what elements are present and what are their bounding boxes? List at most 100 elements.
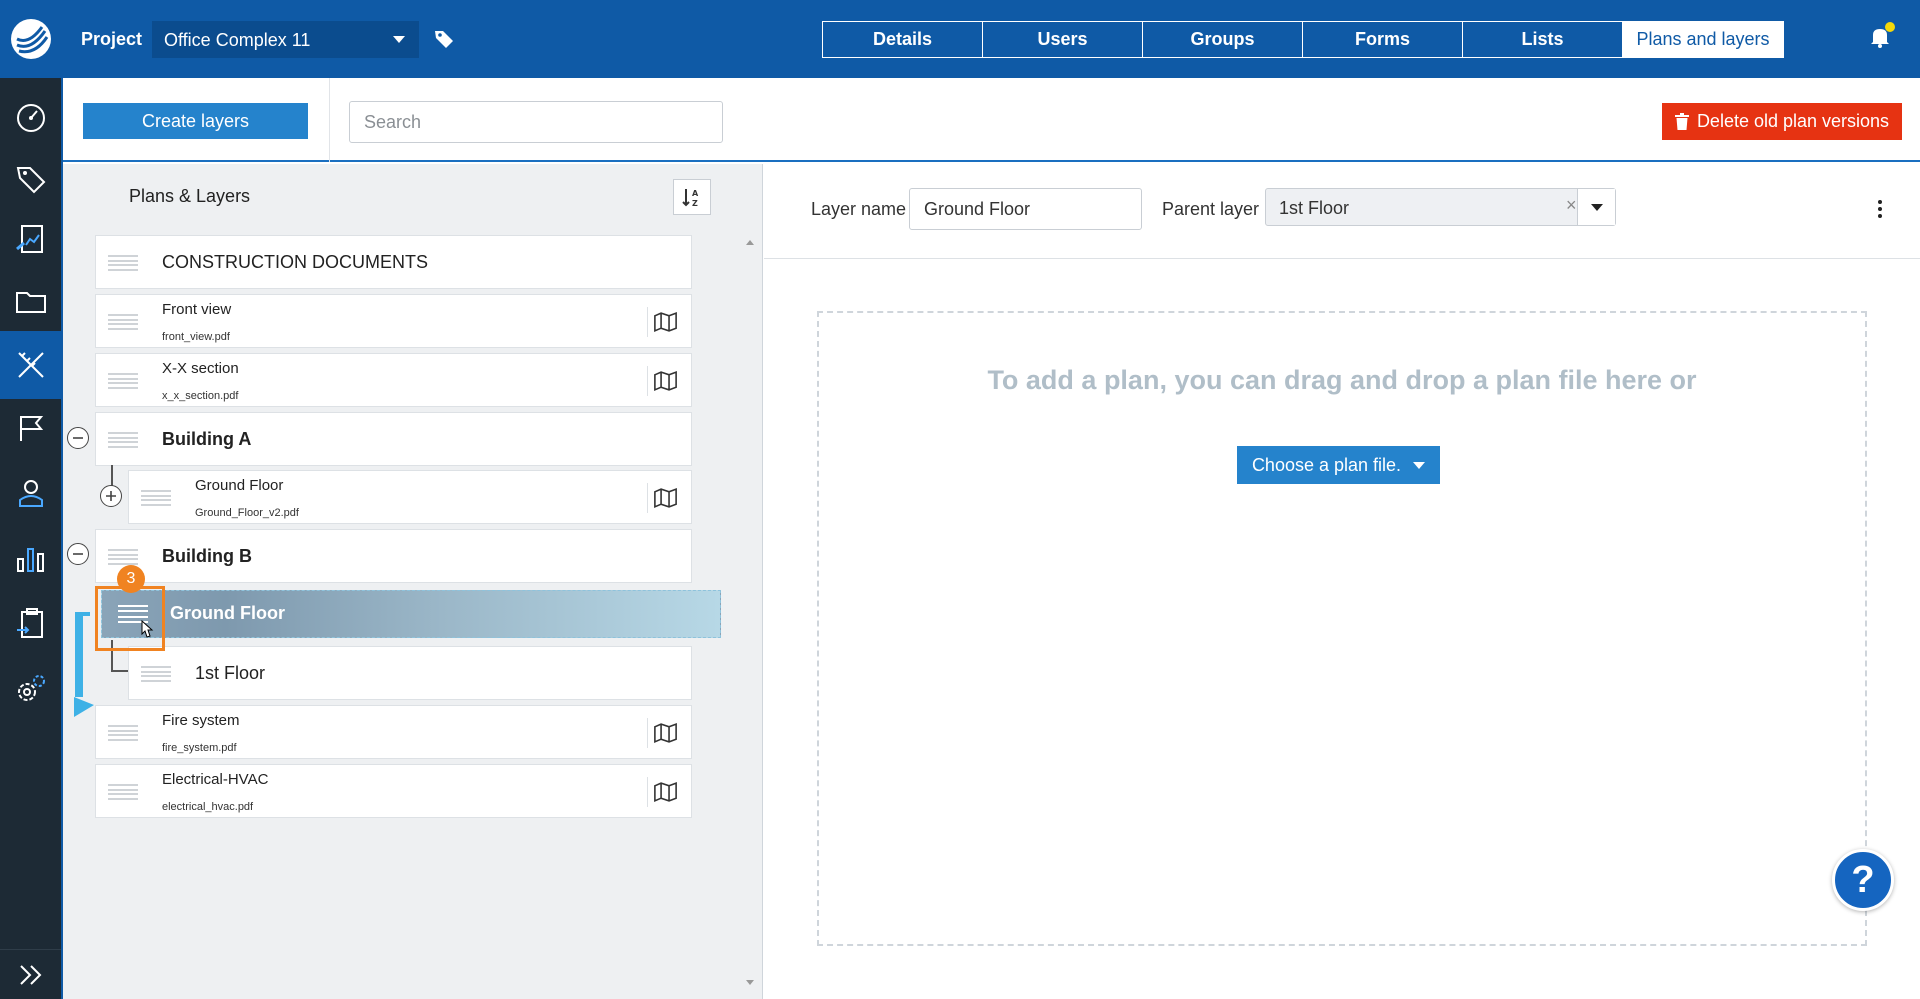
tab-groups[interactable]: Groups (1143, 22, 1303, 57)
tag-icon (16, 167, 45, 194)
toolbar: Create layers Delete old plan versions (63, 78, 1920, 162)
bar-chart-icon (16, 548, 44, 572)
plan-file: Ground_Floor_v2.pdf (195, 507, 299, 519)
plan-file: electrical_hvac.pdf (162, 801, 254, 813)
layer-name: Building A (162, 429, 252, 449)
sort-button[interactable]: AZ (673, 179, 711, 215)
parent-layer-dropdown-button[interactable] (1577, 189, 1615, 225)
plan-file: x_x_section.pdf (162, 390, 239, 402)
folder-icon (15, 292, 46, 313)
minus-icon (73, 553, 83, 555)
flag-icon (19, 416, 43, 441)
app-logo[interactable] (0, 0, 61, 78)
tags-nav[interactable] (0, 145, 61, 213)
collapse-toggle[interactable] (67, 427, 89, 449)
choose-plan-file-button[interactable]: Choose a plan file. (1237, 446, 1440, 484)
layer-name: CONSTRUCTION DOCUMENTS (162, 252, 428, 272)
tab-forms[interactable]: Forms (1303, 22, 1463, 57)
dragged-layer-ghost[interactable]: Ground Floor (101, 590, 721, 638)
expand-toggle[interactable] (100, 485, 122, 507)
plan-file: front_view.pdf (162, 331, 230, 343)
gauge-icon (16, 104, 45, 132)
document-chart-icon (15, 225, 43, 253)
layer-name-input[interactable] (909, 188, 1142, 230)
users-nav[interactable] (0, 459, 61, 527)
plan-name: X-X section (162, 360, 239, 377)
drag-handle-icon[interactable] (108, 549, 138, 565)
drag-handle-icon[interactable] (108, 314, 138, 330)
plan-name: Electrical-HVAC (162, 771, 269, 788)
open-plan-button[interactable] (647, 307, 677, 337)
list-item[interactable]: X-X section x_x_section.pdf (95, 353, 692, 407)
drag-handle-icon[interactable] (108, 373, 138, 389)
list-item[interactable]: 1st Floor (128, 646, 692, 700)
layer-name: 1st Floor (195, 663, 266, 683)
tab-details[interactable]: Details (823, 22, 983, 57)
caret-down-icon (393, 36, 405, 43)
list-item[interactable]: Fire system fire_system.pdf (95, 705, 692, 759)
reports-nav[interactable] (0, 206, 61, 274)
dragged-layer-name: Ground Floor (170, 603, 285, 623)
search-input[interactable] (349, 101, 723, 143)
map-icon (654, 312, 677, 333)
tab-users[interactable]: Users (983, 22, 1143, 57)
step-highlight (95, 586, 165, 651)
help-button[interactable]: ? (1832, 849, 1894, 911)
project-select-value: Office Complex 11 (164, 30, 311, 50)
user-icon (18, 480, 43, 507)
tab-plans-and-layers[interactable]: Plans and layers (1623, 22, 1783, 57)
notifications-button[interactable] (1870, 22, 1895, 53)
choose-plan-file-label: Choose a plan file. (1251, 454, 1402, 475)
scroll-up-arrow[interactable] (746, 240, 754, 245)
plan-name: Front view (162, 301, 232, 318)
collapse-toggle[interactable] (67, 543, 89, 565)
parent-layer-label: Parent layer (1162, 199, 1260, 219)
list-item[interactable]: Building A (95, 412, 692, 466)
expand-sidebar-button[interactable] (0, 949, 61, 999)
double-chevron-right-icon (19, 964, 41, 985)
layer-name-label: Layer name (811, 199, 907, 219)
open-plan-button[interactable] (647, 777, 677, 807)
open-plan-button[interactable] (647, 366, 677, 396)
caret-down-icon (1590, 203, 1603, 211)
minus-icon (73, 437, 83, 439)
tab-lists[interactable]: Lists (1463, 22, 1623, 57)
more-options-button[interactable] (1878, 200, 1882, 218)
delete-old-plan-versions-button[interactable]: Delete old plan versions (1662, 103, 1902, 140)
step-badge: 3 (117, 565, 145, 593)
open-plan-button[interactable] (647, 718, 677, 748)
list-item[interactable]: CONSTRUCTION DOCUMENTS (95, 235, 692, 289)
tasks-nav[interactable] (0, 394, 61, 462)
drag-handle-icon[interactable] (141, 490, 171, 506)
open-plan-button[interactable] (647, 483, 677, 513)
list-item[interactable]: Building B (95, 529, 692, 583)
settings-nav[interactable] (0, 654, 61, 722)
project-tags-icon[interactable] (433, 28, 455, 55)
project-tabs: Details Users Groups Forms Lists Plans a… (822, 21, 1784, 58)
gear-icon (17, 675, 45, 701)
files-nav[interactable] (0, 267, 61, 335)
statistics-nav[interactable] (0, 524, 61, 592)
plans-nav[interactable] (0, 331, 61, 399)
plan-dropzone[interactable]: To add a plan, you can drag and drop a p… (817, 311, 1867, 946)
list-item[interactable]: Electrical-HVAC electrical_hvac.pdf (95, 764, 692, 818)
drag-handle-icon[interactable] (141, 666, 171, 682)
drag-handle-icon[interactable] (108, 784, 138, 800)
drag-handle-icon[interactable] (108, 255, 138, 271)
parent-layer-select[interactable]: 1st Floor × (1265, 188, 1616, 226)
list-item[interactable]: Front view front_view.pdf (95, 294, 692, 348)
plan-file: fire_system.pdf (162, 742, 237, 754)
clipboard-nav[interactable] (0, 589, 61, 657)
layer-form: Layer name Parent layer 1st Floor × (764, 164, 1920, 259)
list-item[interactable]: Ground Floor Ground_Floor_v2.pdf (128, 470, 692, 524)
create-layers-button[interactable]: Create layers (83, 103, 308, 139)
drag-handle-icon[interactable] (108, 725, 138, 741)
scroll-down-arrow[interactable] (746, 980, 754, 985)
plus-icon (106, 491, 116, 501)
project-select[interactable]: Office Complex 11 (152, 21, 419, 58)
main-sidebar (0, 0, 61, 999)
clear-icon[interactable]: × (1566, 195, 1577, 216)
drag-handle-icon[interactable] (108, 432, 138, 448)
grab-cursor-icon (141, 620, 154, 638)
dashboard-nav[interactable] (0, 84, 61, 152)
